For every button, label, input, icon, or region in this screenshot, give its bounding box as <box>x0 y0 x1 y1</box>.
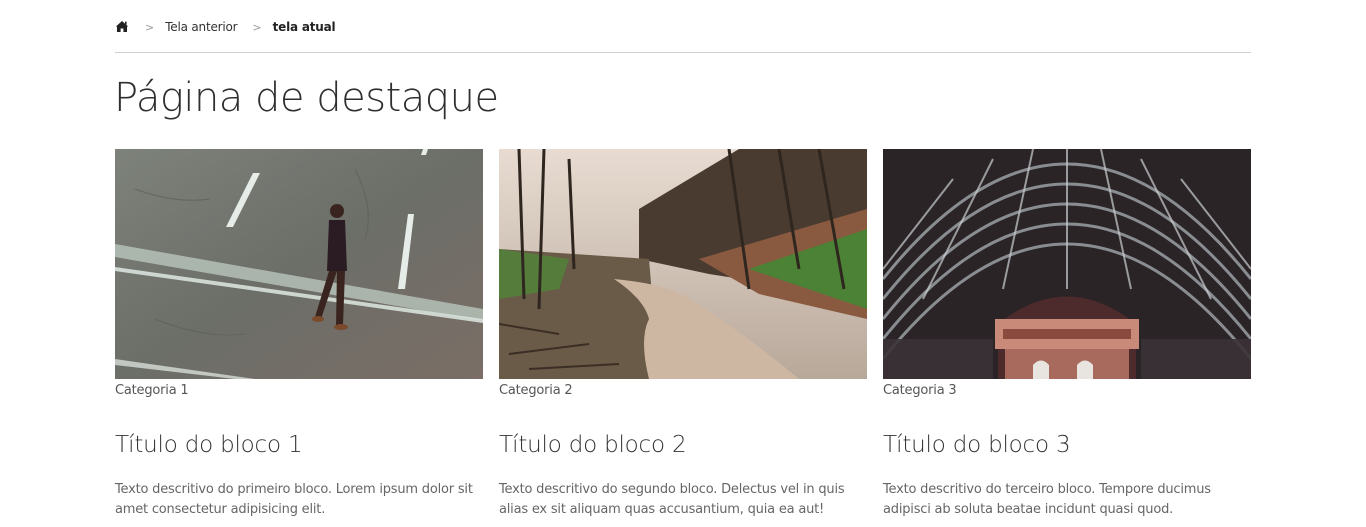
forest-dirt-road-photo <box>499 149 867 379</box>
breadcrumb-link-previous[interactable]: Tela anterior <box>165 19 237 35</box>
home-icon[interactable] <box>115 20 129 34</box>
card-category: Categoria 1 <box>115 383 189 398</box>
card[interactable]: Categoria 1 Título do bloco 1 Texto desc… <box>115 149 483 520</box>
card-title[interactable]: Título do bloco 1 <box>115 430 483 460</box>
page-title: Página de destaque <box>114 75 499 121</box>
card-description: Texto descritivo do segundo bloco. Delec… <box>499 482 845 517</box>
card-description: Texto descritivo do terceiro bloco. Temp… <box>883 482 1211 517</box>
card-category: Categoria 3 <box>883 383 957 398</box>
arched-station-roof-photo <box>883 149 1251 379</box>
breadcrumb: > Tela anterior > tela atual <box>115 19 1251 53</box>
card-category: Categoria 2 <box>499 383 573 398</box>
breadcrumb-separator: > <box>252 21 262 34</box>
card-image[interactable] <box>499 149 867 379</box>
breadcrumb-current: tela atual <box>272 20 336 34</box>
card[interactable]: Categoria 3 Título do bloco 3 Texto desc… <box>883 149 1251 520</box>
card-title[interactable]: Título do bloco 3 <box>883 430 1251 460</box>
card-image[interactable] <box>115 149 483 379</box>
breadcrumb-separator: > <box>145 21 155 34</box>
street-person-walking-photo <box>115 149 483 379</box>
card-image[interactable] <box>883 149 1251 379</box>
card-title[interactable]: Título do bloco 2 <box>499 430 867 460</box>
card-description: Texto descritivo do primeiro bloco. Lore… <box>115 482 473 517</box>
card[interactable]: Categoria 2 Título do bloco 2 Texto desc… <box>499 149 867 520</box>
